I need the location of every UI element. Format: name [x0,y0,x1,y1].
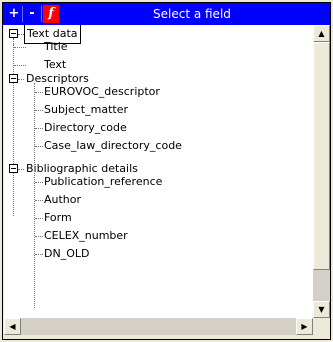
scrollbar-corner [313,318,330,335]
tree-item[interactable]: EUROVOC_descriptor [44,83,160,101]
horizontal-scrollbar[interactable]: ◀ ▶ [4,318,313,335]
scroll-down-button[interactable]: ▼ [313,301,330,318]
tree-connector [14,65,26,66]
tree-item[interactable]: Author [44,191,81,209]
tree-connector [35,254,43,255]
tree-item[interactable]: Directory_code [44,119,127,137]
tree-item[interactable]: Case_law_directory_code [44,137,182,155]
tree-connector [35,236,43,237]
tree-connector [34,83,35,163]
tree-connector [14,47,26,48]
tree-item-label: Directory_code [44,121,127,134]
tree-item-label: Form [44,211,72,224]
right-arrow-icon: ▶ [301,322,308,331]
function-button[interactable]: f [43,5,59,23]
tree-item[interactable]: DN_OLD [44,245,89,263]
tree-item-label: Case_law_directory_code [44,139,182,152]
field-selector-window: + - f Select a field Text data Title Tex… [2,2,331,340]
tree-item[interactable]: Subject_matter [44,101,128,119]
tree-connector [35,182,43,183]
tree-connector [35,200,43,201]
field-tree[interactable]: Text data Title Text Descriptors EUROVOC… [4,25,313,318]
tree-item[interactable]: CELEX_number [44,227,128,245]
tree-connector [35,218,43,219]
tree-item[interactable]: Publication_reference [44,173,162,191]
tree-connector [35,110,43,111]
collapse-icon[interactable] [9,74,18,83]
tree-connector [35,92,43,93]
tree-item-label: Publication_reference [44,175,163,188]
tree-connector [18,169,24,170]
add-button[interactable]: + [6,5,22,23]
scroll-left-button[interactable]: ◀ [4,318,21,335]
tree-item-label: Title [44,40,68,53]
toolbar-separator [22,6,23,22]
tree-item[interactable]: Form [44,209,72,227]
tree-connector [35,128,43,129]
up-arrow-icon: ▲ [318,29,325,38]
vertical-scroll-thumb[interactable] [313,42,330,270]
tree-item[interactable]: Title [44,38,68,56]
tree-connector [34,173,35,308]
collapse-icon[interactable] [9,29,18,38]
toolbar-separator [41,6,42,22]
down-arrow-icon: ▼ [318,305,325,314]
tree-item-label: Subject_matter [44,103,128,116]
toolbar: + - f Select a field [3,3,330,25]
tree-item-label: EUROVOC_descriptor [44,85,160,98]
tree-item-label: Author [44,193,82,206]
vertical-scrollbar[interactable]: ▲ ▼ [313,25,330,318]
window-title: Select a field [153,7,231,21]
tree-connector [13,44,14,216]
tree-connector [18,79,24,80]
tree-connector [18,34,24,35]
scroll-up-button[interactable]: ▲ [313,25,330,42]
left-arrow-icon: ◀ [9,322,16,331]
collapse-icon[interactable] [9,164,18,173]
remove-button[interactable]: - [24,5,40,23]
tree-item-label: DN_OLD [44,247,90,260]
scroll-right-button[interactable]: ▶ [296,318,313,335]
tree-connector [35,146,43,147]
tree-item-label: CELEX_number [44,229,128,242]
